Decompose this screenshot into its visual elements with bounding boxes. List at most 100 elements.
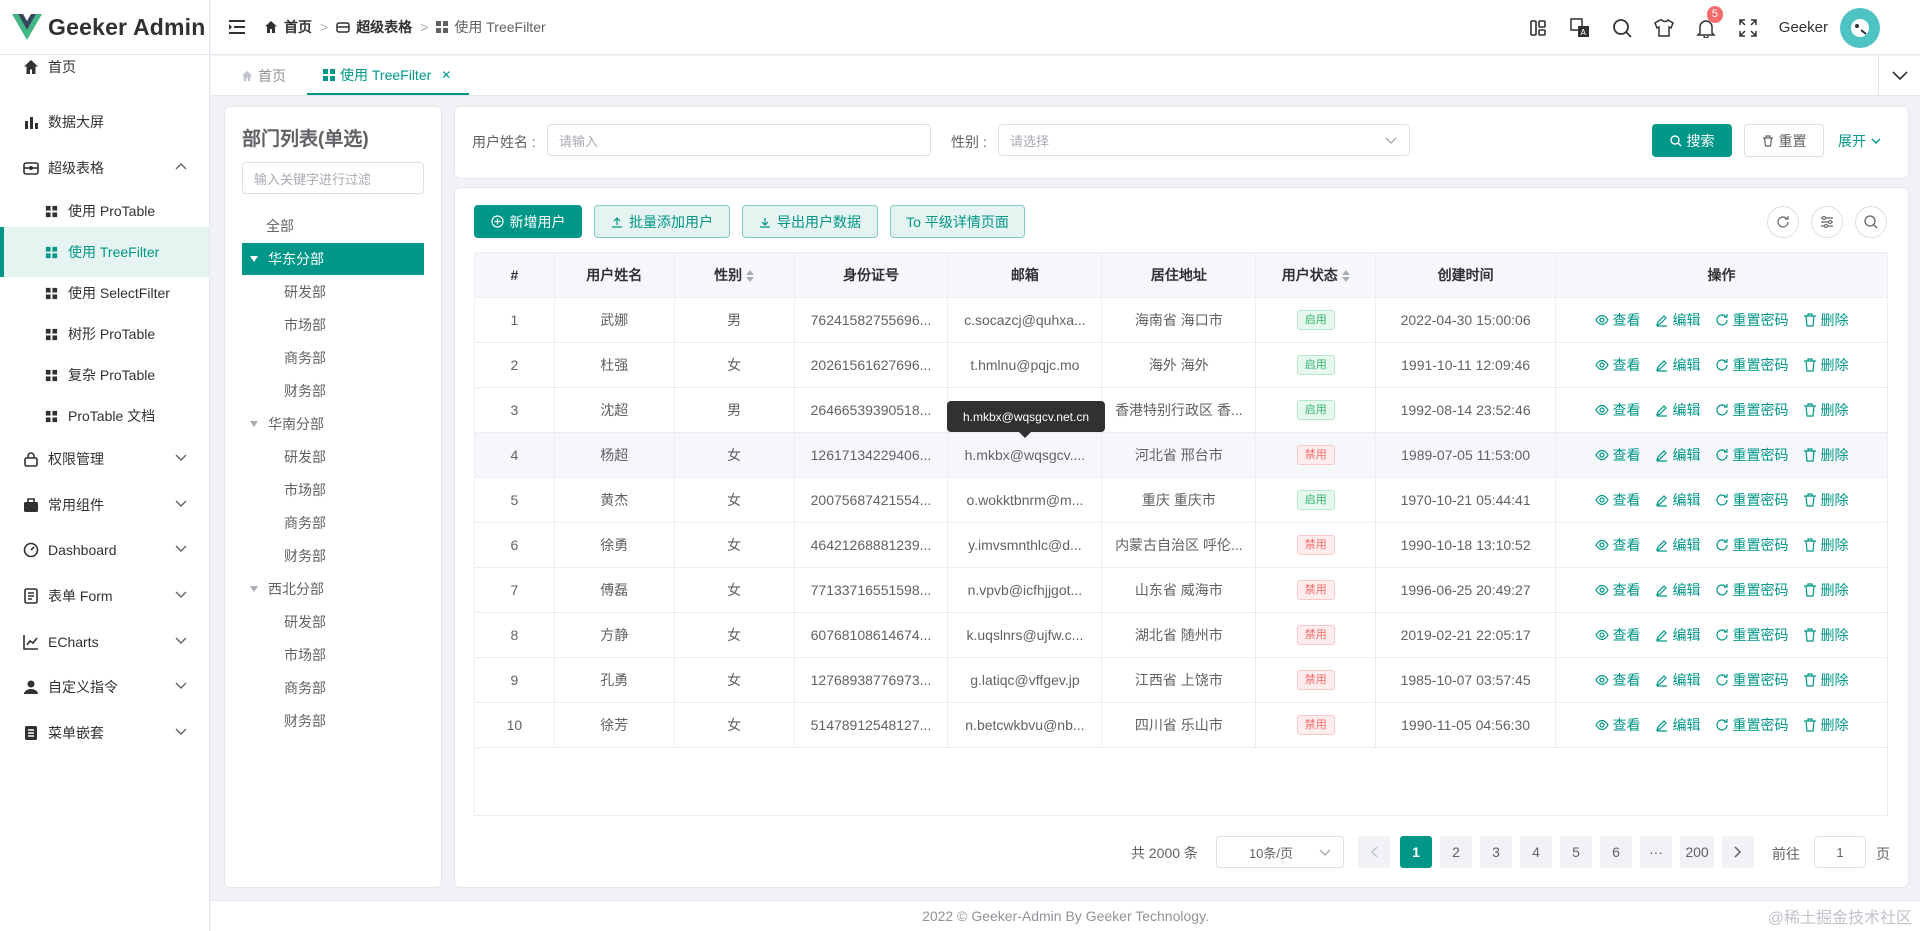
avatar[interactable] <box>1840 7 1880 48</box>
row-action-edit[interactable]: 编辑 <box>1655 355 1701 375</box>
row-action-view[interactable]: 查看 <box>1594 310 1641 330</box>
row-action-view[interactable]: 查看 <box>1594 670 1641 690</box>
sidebar-item-12[interactable]: 表单 Form <box>0 571 209 621</box>
expand-toggle[interactable]: 展开 <box>1838 131 1881 151</box>
sidebar-item-1[interactable]: 数据大屏 <box>0 97 209 147</box>
row-action-refresh[interactable]: 重置密码 <box>1715 715 1789 735</box>
add-user-button[interactable]: 新增用户 <box>474 205 582 238</box>
row-action-delete[interactable]: 删除 <box>1803 355 1849 375</box>
column-header[interactable]: 性别 <box>673 252 795 298</box>
tree-node[interactable]: 华南分部 <box>242 408 424 440</box>
row-action-refresh[interactable]: 重置密码 <box>1715 625 1789 645</box>
table-row[interactable]: 3 沈超男 26466539390518... 香港特别行政区 香... 启用 1992-… <box>474 387 1888 433</box>
sort-icon[interactable] <box>1341 270 1350 283</box>
row-action-view[interactable]: 查看 <box>1594 715 1641 735</box>
sidebar-item-9[interactable]: 权限管理 <box>0 434 209 484</box>
table-row[interactable]: 9 孔勇女 12768938776973... g.latiqc@vffgev.jp 江… <box>474 657 1888 703</box>
theme-shirt-icon[interactable] <box>1643 18 1685 38</box>
row-action-delete[interactable]: 删除 <box>1803 310 1849 330</box>
language-icon[interactable]: A <box>1559 17 1601 38</box>
row-action-refresh[interactable]: 重置密码 <box>1715 490 1789 510</box>
table-row[interactable]: 7 傅磊女 77133716551598... n.vpvb@icfhjjgot...… <box>474 567 1888 613</box>
tabs-more-button[interactable] <box>1878 56 1920 95</box>
row-action-edit[interactable]: 编辑 <box>1655 310 1701 330</box>
tree-node[interactable]: 市场部 <box>242 639 424 671</box>
tree-node[interactable]: 财务部 <box>242 705 424 737</box>
page-button[interactable]: 2 <box>1440 836 1472 868</box>
row-action-delete[interactable]: 删除 <box>1803 535 1849 555</box>
page-button[interactable]: 6 <box>1600 836 1632 868</box>
page-button[interactable]: 1 <box>1400 836 1432 868</box>
page-button[interactable]: ··· <box>1640 836 1672 868</box>
page-button[interactable]: 4 <box>1520 836 1552 868</box>
table-row[interactable]: 5 黄杰女 20075687421554... o.wokktbnrm@m... 重庆 … <box>474 477 1888 523</box>
tab-treefilter[interactable]: 使用 TreeFilter ✕ <box>307 56 470 95</box>
tree-node[interactable]: 全部 <box>242 210 424 242</box>
tree-node[interactable]: 西北分部 <box>242 573 424 605</box>
prev-page-button[interactable] <box>1358 836 1390 868</box>
tree-node[interactable]: 财务部 <box>242 540 424 572</box>
row-action-delete[interactable]: 删除 <box>1803 715 1849 735</box>
export-button[interactable]: 导出用户数据 <box>742 205 878 238</box>
table-row[interactable]: 8 方静女 60768108614674... k.uqslnrs@ujfw.c...… <box>474 612 1888 658</box>
row-action-edit[interactable]: 编辑 <box>1655 535 1701 555</box>
username-input[interactable]: 请输入 <box>547 124 931 156</box>
row-action-view[interactable]: 查看 <box>1594 490 1641 510</box>
tree-node[interactable]: 研发部 <box>242 441 424 473</box>
sidebar-item-15[interactable]: 菜单嵌套 <box>0 708 209 758</box>
close-icon[interactable]: ✕ <box>441 68 451 82</box>
row-action-view[interactable]: 查看 <box>1594 625 1641 645</box>
row-action-refresh[interactable]: 重置密码 <box>1715 670 1789 690</box>
tab-home[interactable]: 首页 <box>241 56 286 95</box>
batch-add-button[interactable]: 批量添加用户 <box>594 205 730 238</box>
row-action-refresh[interactable]: 重置密码 <box>1715 355 1789 375</box>
tree-node[interactable]: 财务部 <box>242 375 424 407</box>
page-button[interactable]: 3 <box>1480 836 1512 868</box>
row-action-refresh[interactable]: 重置密码 <box>1715 310 1789 330</box>
caret-down-icon[interactable] <box>250 421 258 427</box>
tree-node[interactable]: 市场部 <box>242 309 424 341</box>
row-action-delete[interactable]: 删除 <box>1803 670 1849 690</box>
refresh-button[interactable] <box>1767 206 1799 238</box>
tree-node[interactable]: 商务部 <box>242 342 424 374</box>
sidebar-item-13[interactable]: ECharts <box>0 617 209 667</box>
bell-icon[interactable]: 5 <box>1685 5 1727 38</box>
row-action-edit[interactable]: 编辑 <box>1655 445 1701 465</box>
detail-page-button[interactable]: To 平级详情页面 <box>890 205 1025 238</box>
search-button[interactable]: 搜索 <box>1652 124 1732 157</box>
gender-select[interactable]: 请选择 <box>998 124 1410 156</box>
tree-node[interactable]: 研发部 <box>242 276 424 308</box>
column-header[interactable]: 用户状态 <box>1255 252 1377 298</box>
tree-filter-input[interactable]: 输入关键字进行过滤 <box>242 162 424 194</box>
column-settings-button[interactable] <box>1811 206 1843 238</box>
tree-node[interactable]: 华东分部 <box>242 243 424 275</box>
collapse-menu-icon[interactable] <box>228 19 246 35</box>
next-page-button[interactable] <box>1722 836 1754 868</box>
row-action-edit[interactable]: 编辑 <box>1655 715 1701 735</box>
goto-page-input[interactable]: 1 <box>1814 836 1866 868</box>
page-button[interactable]: 200 <box>1680 836 1714 868</box>
row-action-edit[interactable]: 编辑 <box>1655 580 1701 600</box>
tree-node[interactable]: 商务部 <box>242 672 424 704</box>
sidebar-item-11[interactable]: Dashboard <box>0 525 209 575</box>
row-action-view[interactable]: 查看 <box>1594 355 1641 375</box>
caret-down-icon[interactable] <box>250 586 258 592</box>
row-action-view[interactable]: 查看 <box>1594 400 1641 420</box>
table-row[interactable]: 2 杜强女 20261561627696... t.hmlnu@pqjc.mo 海外 海… <box>474 342 1888 388</box>
tree-node[interactable]: 市场部 <box>242 474 424 506</box>
row-action-delete[interactable]: 删除 <box>1803 400 1849 420</box>
row-action-edit[interactable]: 编辑 <box>1655 490 1701 510</box>
toggle-search-button[interactable] <box>1855 206 1887 238</box>
table-row[interactable]: 6 徐勇女 46421268881239... y.imvsmnthlc@d... 内蒙… <box>474 522 1888 568</box>
row-action-edit[interactable]: 编辑 <box>1655 625 1701 645</box>
row-action-delete[interactable]: 删除 <box>1803 490 1849 510</box>
row-action-edit[interactable]: 编辑 <box>1655 670 1701 690</box>
reset-button[interactable]: 重置 <box>1744 124 1824 157</box>
page-size-select[interactable]: 10条/页 <box>1216 836 1344 868</box>
breadcrumb-item-protable[interactable]: 超级表格 <box>356 17 412 37</box>
table-row[interactable]: 4 杨超女 12617134229406... h.mkbx@wqsgcv.... 河北… <box>474 432 1888 478</box>
row-action-refresh[interactable]: 重置密码 <box>1715 535 1789 555</box>
sidebar-item-14[interactable]: 自定义指令 <box>0 662 209 712</box>
row-action-edit[interactable]: 编辑 <box>1655 400 1701 420</box>
search-icon[interactable] <box>1601 18 1643 38</box>
